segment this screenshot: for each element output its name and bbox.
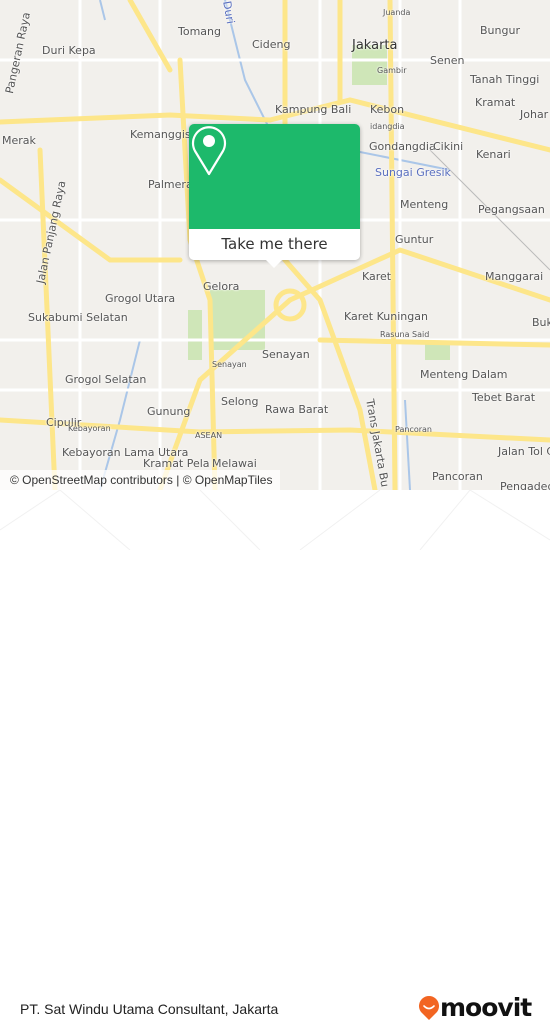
- take-me-there-button[interactable]: Take me there: [189, 229, 360, 268]
- footer-background-lines: [0, 490, 550, 550]
- map-label: Tomang: [178, 25, 221, 38]
- map-label: Bungur: [480, 24, 520, 37]
- location-popup: Take me there: [189, 124, 360, 268]
- moovit-wordmark: moovit: [440, 993, 532, 1022]
- map-label: Manggarai: [485, 270, 544, 283]
- footer: PT. Sat Windu Utama Consultant, Jakarta …: [0, 490, 550, 1022]
- map-label: Jalan Tol C: [498, 445, 550, 458]
- map-label: idangdia: [370, 122, 405, 131]
- map-label: Gondangdia: [369, 140, 436, 153]
- map-label: Grogol Utara: [105, 292, 176, 305]
- map-label: Melawai: [212, 457, 257, 470]
- map-label: Pegangsaan: [478, 203, 545, 216]
- popup-header: [189, 124, 360, 229]
- map-label: Selong: [221, 395, 259, 408]
- moovit-logo[interactable]: moovit: [418, 993, 532, 1022]
- map-pin-icon: [191, 126, 227, 176]
- map-label: Guntur: [395, 233, 434, 246]
- map-label: Menteng: [400, 198, 449, 211]
- map-label: Merak: [2, 134, 36, 147]
- map-label: Senayan: [212, 360, 247, 369]
- map-label: Johar: [520, 108, 549, 121]
- map-label: Pengadeg: [500, 480, 550, 490]
- map-label: Karet: [362, 270, 392, 283]
- map-label: Pancoran: [432, 470, 483, 483]
- map[interactable]: Duri Kepa Tomang Cideng Jakarta Gambir Juanda…: [0, 0, 550, 490]
- map-label: Gelora: [203, 280, 240, 293]
- moovit-pin-icon: [419, 995, 439, 1020]
- map-label: Senayan: [262, 348, 310, 361]
- map-label: Pancoran: [395, 425, 432, 434]
- map-label: Gambir: [377, 66, 407, 75]
- map-label: Sukabumi Selatan: [28, 311, 128, 324]
- map-label: Tebet Barat: [472, 391, 536, 404]
- map-label: Karet Kuningan: [344, 310, 428, 323]
- map-label: Jakarta: [352, 38, 398, 53]
- map-label: Duri Kepa: [42, 44, 96, 57]
- map-label: Rawa Barat: [265, 403, 329, 416]
- map-label: Kampung Bali: [275, 103, 352, 116]
- map-label: Cideng: [252, 38, 291, 51]
- map-label: Kebon: [370, 103, 405, 116]
- map-label: Senen: [430, 54, 465, 67]
- map-label: Kramat Pela: [143, 457, 210, 470]
- map-label: Grogol Selatan: [65, 373, 147, 386]
- map-label: Kramat: [475, 96, 516, 109]
- map-label: Sungai Gresik: [375, 166, 451, 179]
- map-label: Menteng Dalam: [420, 368, 508, 381]
- place-title: PT. Sat Windu Utama Consultant, Jakarta: [20, 1001, 279, 1017]
- map-label: Kenari: [476, 148, 511, 161]
- map-label: Tanah Tinggi: [470, 73, 540, 86]
- map-label: ASEAN: [195, 431, 223, 440]
- map-label: Juanda: [383, 8, 411, 17]
- map-label: Gunung: [147, 405, 191, 418]
- map-label: Rasuna Said: [380, 330, 430, 339]
- map-label: Kebayoran: [68, 424, 111, 433]
- map-label: Bukit: [532, 316, 550, 329]
- map-attribution[interactable]: © OpenStreetMap contributors | © OpenMap…: [0, 470, 281, 490]
- map-label: Cikini: [433, 140, 464, 153]
